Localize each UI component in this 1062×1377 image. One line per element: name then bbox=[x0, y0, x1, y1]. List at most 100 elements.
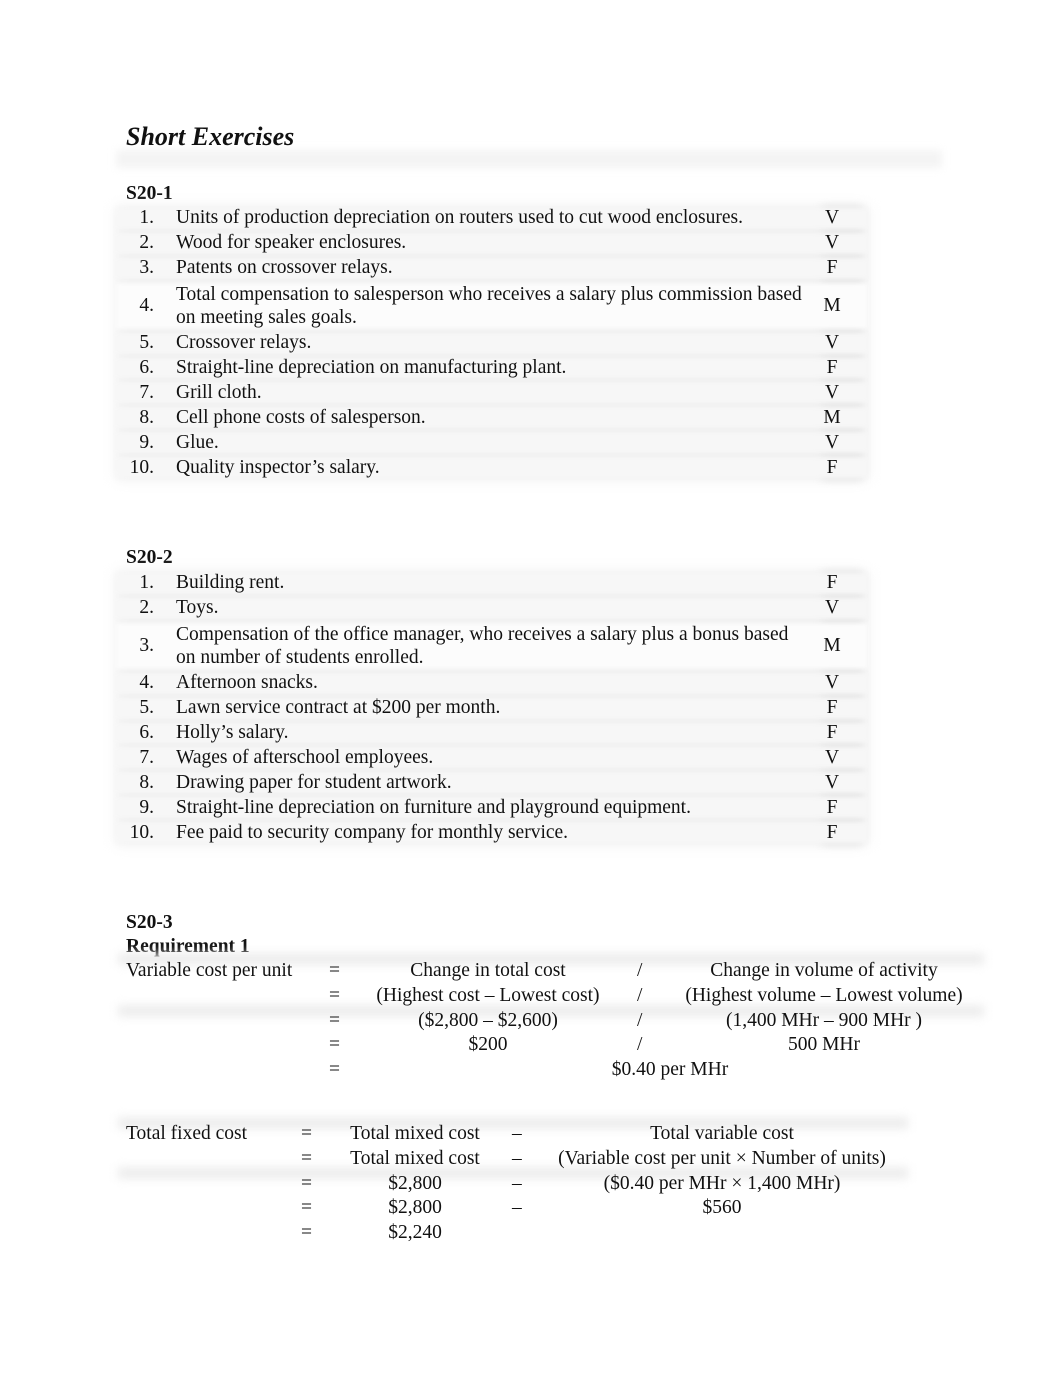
formula-row: = $2,800 – ($0.40 per MHr × 1,400 MHr) bbox=[0, 1172, 1062, 1196]
formula-row: = (Highest cost – Lowest cost) / (Highes… bbox=[0, 984, 1062, 1008]
formula-subtrahend: (Variable cost per unit × Number of unit… bbox=[558, 1148, 886, 1169]
table-row: 10. Quality inspector’s salary. F bbox=[116, 455, 868, 480]
table-row: 5. Crossover relays. V bbox=[116, 331, 868, 356]
minus-operator: – bbox=[512, 1148, 522, 1169]
item-number: 7. bbox=[139, 746, 154, 768]
table-row: 6. Straight-line depreciation on manufact… bbox=[116, 356, 868, 381]
item-description: Units of production depreciation on rout… bbox=[176, 207, 743, 229]
item-number: 9. bbox=[139, 796, 154, 818]
item-description: Total compensation to salesperson who re… bbox=[176, 283, 802, 328]
item-description: Crossover relays. bbox=[176, 332, 312, 354]
equals-sign: = bbox=[301, 1148, 312, 1169]
item-number: 8. bbox=[139, 406, 154, 428]
item-description: Lawn service contract at $200 per month. bbox=[176, 697, 501, 719]
divide-operator: / bbox=[637, 960, 643, 981]
minus-operator: – bbox=[512, 1173, 522, 1194]
item-description: Wood for speaker enclosures. bbox=[176, 232, 407, 254]
item-number: 7. bbox=[139, 381, 154, 403]
formula-numerator: Change in total cost bbox=[410, 960, 566, 981]
item-description: Wages of afterschool employees. bbox=[176, 746, 434, 768]
equals-sign: = bbox=[329, 1010, 340, 1031]
item-classification: V bbox=[824, 232, 840, 254]
equals-sign: = bbox=[301, 1197, 312, 1218]
item-number: 6. bbox=[139, 357, 154, 378]
divide-operator: / bbox=[637, 985, 643, 1006]
formula-minuend: $2,800 bbox=[388, 1173, 442, 1194]
formula-subtrahend: ($0.40 per MHr × 1,400 MHr) bbox=[603, 1173, 841, 1194]
minus-operator: – bbox=[512, 1197, 522, 1218]
formula-result-row: = $2,240 bbox=[0, 1221, 1062, 1245]
table-row: 1. Units of production depreciation on ro… bbox=[116, 206, 868, 231]
item-classification: F bbox=[826, 572, 838, 594]
table-row: 4. Total compensation to salesperson who … bbox=[116, 281, 868, 331]
formula-subtrahend: $560 bbox=[702, 1197, 742, 1218]
equals-sign: = bbox=[329, 1034, 340, 1055]
table-row: 3. Compensation of the office manager, wh… bbox=[116, 621, 868, 671]
table-row: 4. Afternoon snacks. V bbox=[116, 671, 868, 696]
item-classification: V bbox=[824, 746, 840, 768]
item-classification: V bbox=[824, 207, 840, 229]
page-title: Short Exercises bbox=[126, 122, 295, 151]
item-classification: F bbox=[826, 257, 838, 279]
formula-denominator: (Highest volume – Lowest volume) bbox=[685, 985, 963, 1006]
table-row: 10. Fee paid to security company for mont… bbox=[116, 820, 868, 845]
item-number: 2. bbox=[139, 232, 154, 254]
item-classification: F bbox=[826, 796, 838, 818]
item-description: Quality inspector’s salary. bbox=[176, 456, 380, 478]
divide-operator: / bbox=[637, 1034, 643, 1055]
divide-operator: / bbox=[637, 1010, 643, 1031]
formula-denominator: Change in volume of activity bbox=[710, 960, 938, 981]
equals-sign: = bbox=[329, 960, 340, 981]
item-number: 10. bbox=[129, 456, 154, 478]
item-classification: V bbox=[824, 332, 840, 354]
item-classification: F bbox=[826, 456, 838, 478]
item-classification: V bbox=[824, 381, 840, 403]
title-shading bbox=[116, 150, 942, 168]
equals-sign: = bbox=[301, 1123, 312, 1144]
item-description: Fee paid to security company for monthly… bbox=[176, 821, 569, 843]
table-row: 3. Patents on crossover relays. F bbox=[116, 256, 868, 281]
table-row: 1. Building rent. F bbox=[116, 571, 868, 596]
formula-numerator: (Highest cost – Lowest cost) bbox=[376, 985, 600, 1006]
item-description: Straight-line depreciation on manufactur… bbox=[176, 357, 567, 378]
item-number: 1. bbox=[139, 572, 154, 594]
exercise-heading-s20-3: S20-3 bbox=[126, 912, 173, 933]
formula-row: Variable cost per unit = Change in total… bbox=[0, 959, 1062, 983]
item-number: 6. bbox=[139, 722, 154, 743]
variable-cost-result: $0.40 per MHr bbox=[611, 1059, 729, 1080]
formula-minuend: Total mixed cost bbox=[350, 1123, 480, 1144]
item-description: Toys. bbox=[176, 597, 219, 619]
formula-minuend: $2,800 bbox=[388, 1197, 442, 1218]
item-description: Building rent. bbox=[176, 572, 285, 594]
item-classification: F bbox=[826, 357, 838, 378]
formula-row: = $200 / 500 MHr bbox=[0, 1033, 1062, 1057]
formula-label: Total fixed cost bbox=[126, 1123, 248, 1144]
item-classification: V bbox=[824, 672, 840, 694]
table-row: 2. Toys. V bbox=[116, 596, 868, 621]
item-description: Drawing paper for student artwork. bbox=[176, 771, 452, 793]
item-number: 2. bbox=[139, 597, 154, 619]
item-description: Afternoon snacks. bbox=[176, 672, 318, 694]
table-row: 6. Holly’s salary. F bbox=[116, 721, 868, 746]
item-classification: M bbox=[823, 635, 841, 657]
item-number: 8. bbox=[139, 771, 154, 793]
table-row: 5. Lawn service contract at $200 per mont… bbox=[116, 696, 868, 721]
item-description: Grill cloth. bbox=[176, 381, 262, 403]
item-classification: F bbox=[826, 697, 838, 719]
item-description: Patents on crossover relays. bbox=[176, 257, 393, 279]
formula-result-row: = $0.40 per MHr bbox=[0, 1058, 1062, 1082]
table-row: 7. Grill cloth. V bbox=[116, 380, 868, 405]
formula-numerator: ($2,800 – $2,600) bbox=[418, 1010, 558, 1031]
item-classification: V bbox=[824, 597, 840, 619]
formula-denominator: 500 MHr bbox=[787, 1034, 861, 1055]
item-number: 3. bbox=[139, 257, 154, 279]
table-row: 8. Cell phone costs of salesperson. M bbox=[116, 405, 868, 430]
item-classification: F bbox=[826, 722, 838, 743]
item-number: 4. bbox=[139, 295, 154, 317]
item-description: Cell phone costs of salesperson. bbox=[176, 406, 426, 428]
formula-row: = Total mixed cost – (Variable cost per … bbox=[0, 1147, 1062, 1171]
table-row: 9. Glue. V bbox=[116, 430, 868, 455]
formula-minuend: Total mixed cost bbox=[350, 1148, 480, 1169]
table-row: 7. Wages of afterschool employees. V bbox=[116, 745, 868, 770]
equals-sign: = bbox=[329, 1059, 340, 1080]
